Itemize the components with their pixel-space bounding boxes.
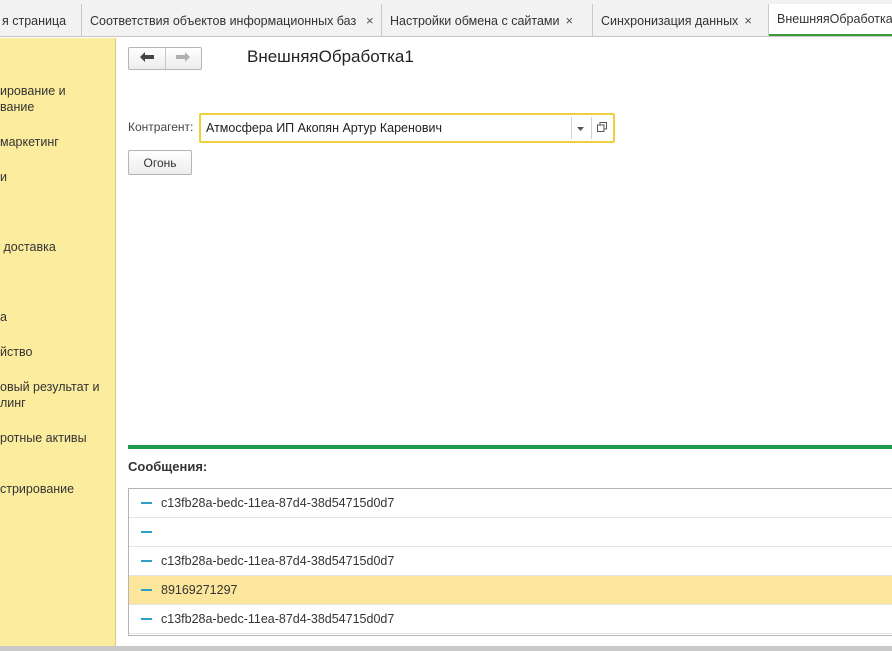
sidebar: ирование и вание маркетинг и доставка а … — [0, 38, 116, 651]
sidebar-item-delivery[interactable]: доставка — [0, 239, 115, 255]
open-button[interactable] — [591, 117, 611, 139]
list-item[interactable]: 89169271297 — [129, 576, 892, 605]
counterparty-field — [199, 113, 615, 143]
dash-icon — [141, 560, 152, 562]
close-icon[interactable]: × — [566, 13, 574, 28]
arrow-left-icon — [139, 50, 155, 67]
messages-title: Сообщения: — [128, 459, 208, 474]
sidebar-item-finance[interactable]: а — [0, 309, 115, 325]
list-item[interactable] — [129, 518, 892, 547]
close-icon[interactable]: × — [366, 13, 374, 28]
tab-home[interactable]: я страница — [0, 4, 82, 36]
sidebar-item-administration[interactable]: стрирование — [0, 481, 115, 497]
page-title: ВнешняяОбработка1 — [247, 47, 414, 66]
sidebar-item-planning[interactable]: ирование и вание — [0, 83, 115, 115]
tab-label: я страница — [2, 13, 67, 28]
tab-data-sync[interactable]: Синхронизация данных × — [593, 4, 769, 36]
messages-list[interactable]: c13fb28a-bedc-11ea-87d4-38d54715d0d7 c13… — [128, 488, 892, 636]
message-text: c13fb28a-bedc-11ea-87d4-38d54715d0d7 — [161, 496, 395, 510]
sidebar-item-marketing[interactable]: маркетинг — [0, 134, 115, 150]
dash-icon — [141, 502, 152, 504]
list-item[interactable]: c13fb28a-bedc-11ea-87d4-38d54715d0d7 — [129, 547, 892, 576]
list-item[interactable]: c13fb28a-bedc-11ea-87d4-38d54715d0d7 — [129, 489, 892, 518]
counterparty-input[interactable] — [203, 117, 569, 139]
tab-label: ВнешняяОбработка1 — [777, 12, 892, 26]
back-button[interactable] — [129, 48, 165, 69]
tab-label: Настройки обмена с сайтами — [390, 13, 560, 28]
dropdown-button[interactable] — [571, 117, 589, 139]
history-nav — [128, 47, 202, 70]
sidebar-item-current-assets[interactable]: ротные активы — [0, 430, 115, 446]
dash-icon — [141, 618, 152, 620]
close-icon[interactable]: × — [744, 13, 752, 28]
tab-label: Соответствия объектов информационных баз — [90, 13, 357, 28]
sidebar-item-production[interactable]: йство — [0, 344, 115, 360]
fire-button[interactable]: Огонь — [128, 150, 192, 175]
sidebar-item-financial-result[interactable]: овый результат и линг — [0, 379, 115, 411]
message-text: c13fb28a-bedc-11ea-87d4-38d54715d0d7 — [161, 612, 395, 626]
list-item[interactable]: c13fb28a-bedc-11ea-87d4-38d54715d0d7 — [129, 605, 892, 634]
main-form: ВнешняяОбработка1 Контрагент: Огонь Сооб… — [117, 38, 892, 651]
tab-infobase-mapping[interactable]: Соответствия объектов информационных баз… — [82, 4, 382, 36]
dash-icon — [141, 589, 152, 591]
forward-button[interactable] — [164, 48, 201, 69]
dash-icon — [141, 531, 152, 533]
counterparty-label: Контрагент: — [128, 120, 194, 134]
message-text: c13fb28a-bedc-11ea-87d4-38d54715d0d7 — [161, 554, 395, 568]
tab-external-processing[interactable]: ВнешняяОбработка1 — [769, 4, 892, 36]
sidebar-item-sales[interactable]: и — [0, 169, 115, 185]
tab-label: Синхронизация данных — [601, 13, 739, 28]
splitter[interactable] — [128, 445, 892, 449]
message-text: 89169271297 — [161, 583, 238, 597]
chevron-down-icon — [577, 124, 584, 133]
tab-bar: я страница Соответствия объектов информа… — [0, 0, 892, 37]
open-window-icon — [596, 121, 607, 135]
arrow-right-icon — [175, 50, 191, 67]
status-strip — [0, 646, 892, 651]
tab-site-exchange-settings[interactable]: Настройки обмена с сайтами × — [382, 4, 593, 36]
